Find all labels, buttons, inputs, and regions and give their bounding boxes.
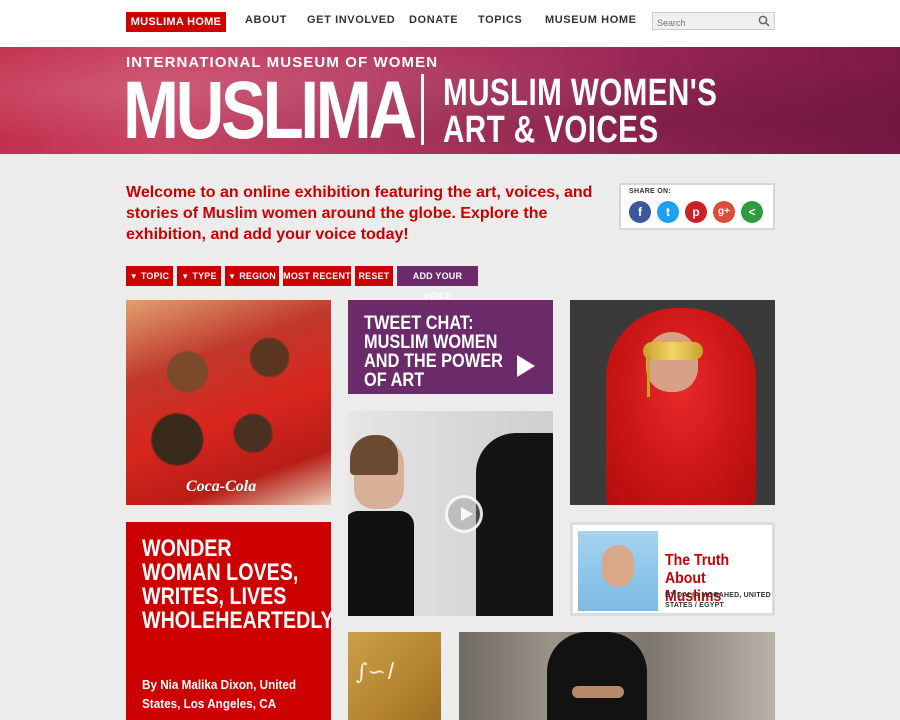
share-label: SHARE ON: — [629, 188, 671, 195]
mask-stick-shape — [647, 355, 650, 397]
facebook-icon[interactable]: f — [629, 201, 651, 223]
truth-about-muslims-tile[interactable]: The Truth About Muslims BY DALIA MOGAHED… — [570, 522, 775, 616]
triangle-down-icon: ▼ — [129, 272, 138, 281]
play-arrow-icon — [517, 355, 535, 377]
filter-topic-label: TOPIC — [140, 271, 170, 281]
calligraphy-graphic: ∫∽ﺍ — [356, 660, 393, 685]
niqab-figure-shape — [476, 433, 553, 616]
search-box — [652, 12, 775, 31]
filter-type-label: TYPE — [192, 271, 217, 281]
gold-mask-shape — [643, 342, 703, 360]
team-jersey-logo: Coca-Cola — [186, 478, 257, 495]
author-face-shape — [602, 545, 634, 587]
search-icon[interactable] — [758, 15, 770, 27]
calligraphy-art-tile[interactable]: ∫∽ﺍ — [348, 632, 441, 720]
filter-type[interactable]: ▼ TYPE — [177, 266, 221, 286]
nav-topics[interactable]: TOPICS — [478, 14, 522, 26]
pinterest-icon[interactable]: p — [685, 201, 707, 223]
banner-divider — [421, 74, 424, 145]
intro-text: Welcome to an online exhibition featurin… — [126, 184, 593, 243]
exhibition-banner: INTERNATIONAL MUSEUM OF WOMEN MUSLIMA MU… — [0, 47, 900, 154]
search-input[interactable] — [653, 15, 753, 31]
author-photo — [578, 531, 658, 611]
banner-title[interactable]: MUSLIMA — [123, 66, 417, 155]
filter-region[interactable]: ▼ REGION — [225, 266, 279, 286]
nav-museum-home[interactable]: MUSEUM HOME — [545, 14, 637, 26]
banner-tagline-line2: ART & VOICES — [443, 109, 659, 151]
top-navigation: MUSLIMA HOME ABOUT GET INVOLVED DONATE T… — [0, 0, 900, 47]
triangle-down-icon: ▼ — [181, 272, 190, 281]
wonder-quote: WONDER WOMAN LOVES, WRITES, LIVES WHOLEH… — [142, 535, 331, 634]
add-your-voice-button[interactable]: ADD YOUR VOICE — [397, 266, 478, 301]
face-shape — [646, 332, 698, 392]
share-box: SHARE ON: f t p g+ < — [619, 183, 775, 230]
filter-region-label: REGION — [239, 271, 276, 281]
wonder-byline: By Nia Malika Dixon, United States, Los … — [142, 677, 297, 711]
wonder-woman-tile[interactable]: WONDER WOMAN LOVES, WRITES, LIVES WHOLEH… — [126, 522, 331, 720]
red-hijab-mask-photo-tile[interactable] — [570, 300, 775, 505]
tweet-chat-title: TWEET CHAT: MUSLIM WOMEN AND THE POWER O… — [364, 313, 503, 391]
filter-topic[interactable]: ▼ TOPIC — [126, 266, 173, 286]
video-tile[interactable] — [348, 411, 553, 616]
nav-donate[interactable]: DONATE — [409, 14, 458, 26]
truth-byline: BY DALIA MOGAHED, UNITED STATES / EGYPT — [665, 592, 771, 609]
niqab-portrait-tile[interactable] — [459, 632, 775, 720]
figure-hair-shape — [350, 435, 398, 475]
figure-body-shape — [348, 511, 414, 616]
filter-most-recent[interactable]: MOST RECENT — [283, 266, 351, 286]
triangle-down-icon: ▼ — [228, 272, 237, 281]
eyes-shape — [572, 686, 624, 698]
filter-reset[interactable]: RESET — [355, 266, 393, 286]
tweet-chat-tile[interactable]: TWEET CHAT: MUSLIM WOMEN AND THE POWER O… — [348, 300, 553, 394]
nav-about[interactable]: ABOUT — [245, 14, 287, 26]
nav-get-involved[interactable]: GET INVOLVED — [307, 14, 395, 26]
soccer-team-photo-tile[interactable]: Coca-Cola — [126, 300, 331, 505]
muslima-home-button[interactable]: MUSLIMA HOME — [126, 12, 226, 32]
veil-shape — [547, 632, 647, 720]
twitter-icon[interactable]: t — [657, 201, 679, 223]
googleplus-icon[interactable]: g+ — [713, 201, 735, 223]
video-play-icon[interactable] — [445, 495, 483, 533]
sharethis-icon[interactable]: < — [741, 201, 763, 223]
